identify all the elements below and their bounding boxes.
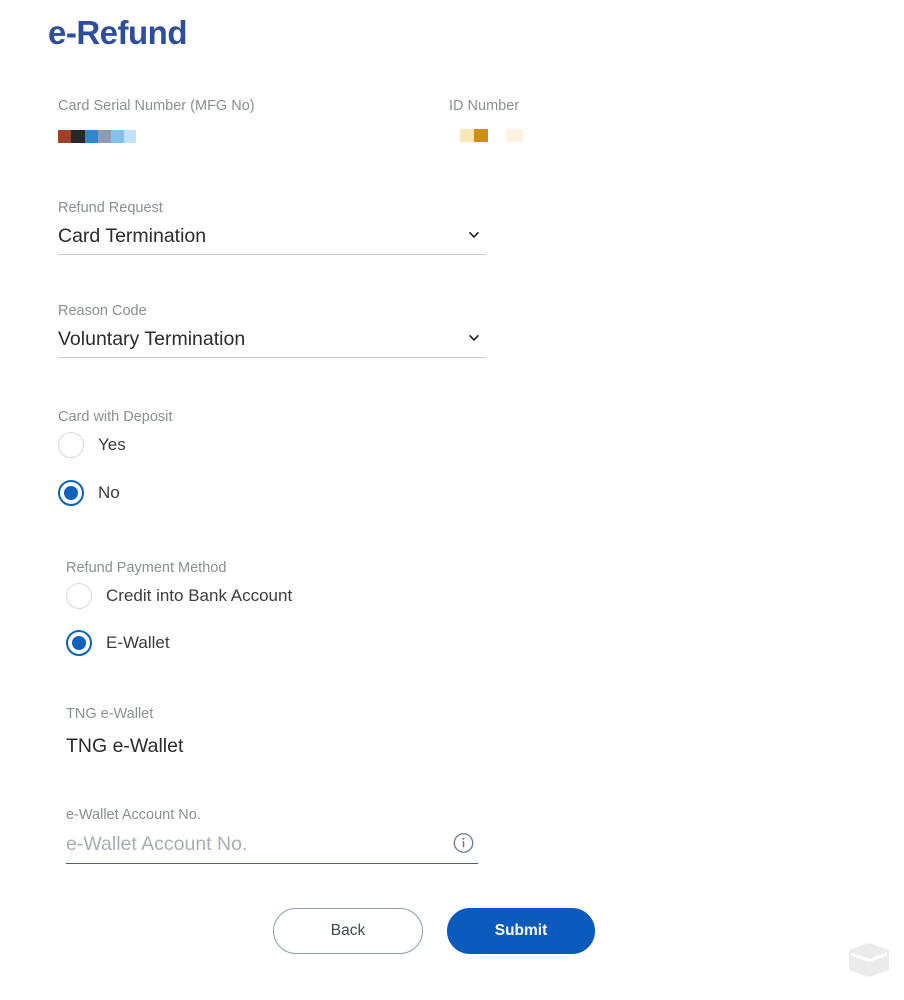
- redaction-block: [460, 129, 474, 142]
- info-icon[interactable]: [453, 832, 474, 853]
- radio-option-yes[interactable]: Yes: [58, 428, 172, 462]
- brand-watermark-logo: [843, 932, 895, 988]
- redaction-block: [58, 130, 71, 143]
- ewallet-account-no-label: e-Wallet Account No.: [66, 807, 201, 823]
- id-number-label: ID Number: [449, 98, 520, 114]
- radio-circle-ewallet[interactable]: [66, 630, 92, 656]
- redaction-block: [124, 130, 136, 143]
- radio-option-no[interactable]: No: [58, 476, 172, 510]
- refund-request-select[interactable]: Card Termination: [58, 217, 486, 255]
- card-with-deposit-label: Card with Deposit: [58, 409, 173, 425]
- card-with-deposit-group: Card with Deposit Yes No: [58, 408, 172, 510]
- id-number-redacted-value: [460, 129, 488, 142]
- radio-circle-no[interactable]: [58, 480, 84, 506]
- refund-payment-method-label: Refund Payment Method: [66, 560, 227, 576]
- submit-button[interactable]: Submit: [447, 908, 595, 954]
- refund-payment-method-group: Refund Payment Method Credit into Bank A…: [66, 559, 292, 660]
- card-serial-number-redacted-value: [58, 130, 136, 143]
- redaction-block: [506, 129, 523, 142]
- tng-ewallet-field: TNG e-Wallet TNG e-Wallet: [66, 705, 183, 759]
- tng-ewallet-value: TNG e-Wallet: [66, 735, 184, 757]
- radio-label-bank-account: Credit into Bank Account: [106, 586, 293, 605]
- redaction-block: [85, 130, 98, 143]
- tng-ewallet-label: TNG e-Wallet: [66, 706, 154, 722]
- chevron-down-icon[interactable]: [468, 228, 480, 240]
- redaction-block: [111, 130, 124, 143]
- ewallet-account-no-input[interactable]: [66, 831, 436, 856]
- reason-code-label: Reason Code: [58, 303, 147, 319]
- radio-label-no: No: [98, 483, 120, 502]
- back-button[interactable]: Back: [273, 908, 423, 954]
- radio-option-ewallet[interactable]: E-Wallet: [66, 626, 292, 660]
- reason-code-field[interactable]: Reason Code Voluntary Termination: [58, 302, 486, 358]
- ewallet-account-no-input-wrapper[interactable]: [66, 824, 478, 864]
- card-serial-number-label: Card Serial Number (MFG No): [58, 98, 255, 114]
- chevron-down-icon[interactable]: [468, 331, 480, 343]
- page-title: e-Refund: [48, 14, 188, 51]
- reason-code-select[interactable]: Voluntary Termination: [58, 320, 486, 358]
- radio-circle-bank-account[interactable]: [66, 583, 92, 609]
- id-number-redacted-value-secondary: [506, 129, 523, 142]
- redaction-block: [474, 129, 488, 142]
- radio-label-ewallet: E-Wallet: [106, 633, 170, 652]
- redaction-block: [98, 130, 111, 143]
- radio-option-bank-account[interactable]: Credit into Bank Account: [66, 579, 292, 613]
- form-actions: Back Submit: [273, 908, 595, 954]
- radio-label-yes: Yes: [98, 435, 126, 454]
- refund-request-label: Refund Request: [58, 200, 163, 216]
- radio-circle-yes[interactable]: [58, 432, 84, 458]
- e-refund-page: e-Refund Card Serial Number (MFG No) ID …: [0, 0, 904, 1000]
- ewallet-account-no-field[interactable]: e-Wallet Account No.: [66, 806, 478, 864]
- reason-code-value: Voluntary Termination: [58, 327, 246, 350]
- card-serial-number-field: Card Serial Number (MFG No): [58, 97, 255, 115]
- id-number-field: ID Number: [449, 97, 519, 115]
- refund-request-value: Card Termination: [58, 224, 207, 247]
- refund-request-field[interactable]: Refund Request Card Termination: [58, 199, 486, 255]
- redaction-block: [71, 130, 85, 143]
